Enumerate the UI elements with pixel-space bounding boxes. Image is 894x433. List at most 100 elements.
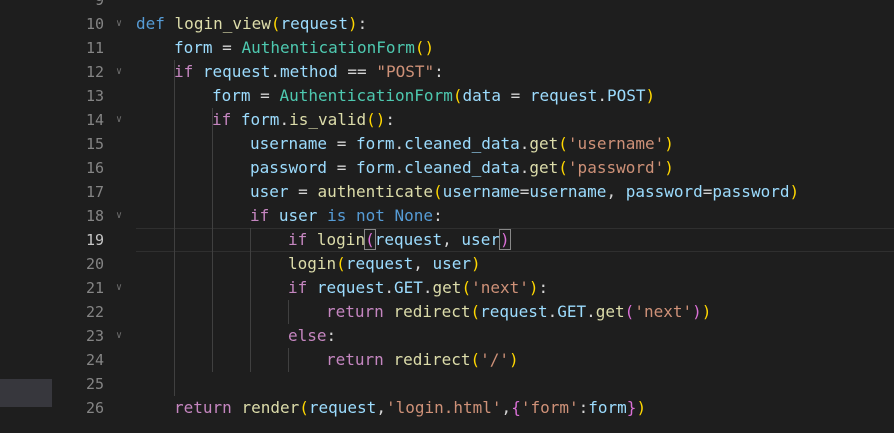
line-number: 11 [85,39,104,57]
variable: request [374,230,443,249]
indent-guide [212,108,213,372]
keyword: if [288,278,308,297]
code-editor[interactable]: 9 10 ∨ 11 12 ∨ 13 14 ∨ 15 16 17 18 ∨ 19 20 21 ∨ 22 23 ∨ 24 25 2… [0,0,894,433]
attribute: cleaned_data [404,134,520,153]
code-line[interactable]: return redirect('/') [326,348,519,372]
code-line[interactable]: else: [288,324,336,348]
line-number: 20 [85,255,104,273]
matched-bracket: ( [364,229,376,250]
string: 'username' [567,134,665,153]
method-name: get [529,158,559,177]
variable: user [250,182,289,201]
variable: form [240,110,280,129]
code-line[interactable]: if user is not None: [250,204,443,228]
code-line[interactable]: if request.GET.get('next'): [288,276,548,300]
function-name: authenticate [317,182,434,201]
line-number: 14 [85,111,104,129]
fold-chevron-icon[interactable]: ∨ [116,12,128,36]
string: 'password' [567,158,665,177]
code-line-active[interactable]: if login(request, user) [288,228,511,252]
constant: None [394,206,434,225]
keyword: def [136,14,165,33]
code-line[interactable]: if request.method == "POST": [174,60,444,84]
line-number: 25 [85,375,104,393]
line-number: 12 [85,63,104,81]
indent-guide [250,228,251,372]
attribute: cleaned_data [404,158,520,177]
line-number: 10 [85,15,104,33]
string: 'next' [634,302,693,321]
line-number: 23 [85,327,104,345]
parameter: data [462,86,501,105]
code-line[interactable]: password = form.cleaned_data.get('passwo… [250,156,674,180]
keyword: else [288,326,327,345]
code-line[interactable]: form = AuthenticationForm() [174,36,434,60]
attribute: method [279,62,338,81]
method-name: get [595,302,625,321]
string: 'form' [520,398,579,417]
keyword: not [355,206,385,225]
fold-chevron-icon[interactable]: ∨ [116,276,128,300]
variable: form [212,86,251,105]
variable: request [308,398,377,417]
code-line[interactable]: return render(request,'login.html',{'for… [174,396,646,420]
indent-guide [288,348,289,372]
method-name: get [432,278,462,297]
function-name: redirect [393,302,471,321]
attribute: GET [393,278,423,297]
function-name: render [241,398,300,417]
variable: request [529,86,598,105]
class-name: AuthenticationForm [241,38,415,57]
matched-bracket: ) [498,229,511,250]
line-number: 21 [85,279,104,297]
code-line[interactable]: def login_view(request): [136,12,367,36]
code-line[interactable]: if form.is_valid(): [212,108,395,132]
string: 'next' [471,278,529,297]
variable: request [480,302,548,321]
code-line[interactable]: login(request, user) [288,252,481,276]
keyword: return [326,302,384,321]
variable: username [529,182,607,201]
keyword: return [326,350,384,369]
line-number: 19 [85,231,104,249]
code-line[interactable]: form = AuthenticationForm(data = request… [212,84,655,108]
class-name: AuthenticationForm [279,86,453,105]
indent-guide [288,300,289,324]
variable: form [355,134,395,153]
keyword-argument: username [442,182,520,201]
variable: form [174,38,213,57]
method-name: is_valid [289,110,367,129]
line-number: 18 [85,207,104,225]
code-line[interactable]: return redirect(request.GET.get('next')) [326,300,711,324]
code-line[interactable]: user = authenticate(username=username, p… [250,180,799,204]
side-panel-strip [0,0,52,433]
line-number: 13 [85,87,104,105]
keyword: if [174,62,194,81]
code-line[interactable]: username = form.cleaned_data.get('userna… [250,132,674,156]
attribute: POST [606,86,646,105]
line-number: 24 [85,351,104,369]
code-area[interactable]: def login_view(request): form = Authenti… [136,0,894,433]
function-name: login [288,254,337,273]
fold-chevron-icon[interactable]: ∨ [116,108,128,132]
keyword: if [212,110,232,129]
line-number: 17 [85,183,104,201]
fold-chevron-icon[interactable]: ∨ [116,60,128,84]
selected-side-item[interactable] [0,379,52,407]
function-name: login_view [174,14,271,33]
variable: request [345,254,414,273]
parameter: request [280,14,348,33]
keyword: return [174,398,232,417]
keyword: if [288,230,308,249]
variable: password [250,158,328,177]
line-number-gutter: 9 10 ∨ 11 12 ∨ 13 14 ∨ 15 16 17 18 ∨ 19 20 21 ∨ 22 23 ∨ 24 25 2… [52,0,134,433]
string: '/' [480,350,510,369]
indent-guide [174,60,175,396]
attribute: GET [557,302,587,321]
fold-chevron-icon[interactable]: ∨ [116,324,128,348]
variable: user [461,230,500,249]
variable: user [432,254,472,273]
string: 'login.html' [385,398,502,417]
fold-chevron-icon[interactable]: ∨ [116,204,128,228]
variable: password [712,182,790,201]
